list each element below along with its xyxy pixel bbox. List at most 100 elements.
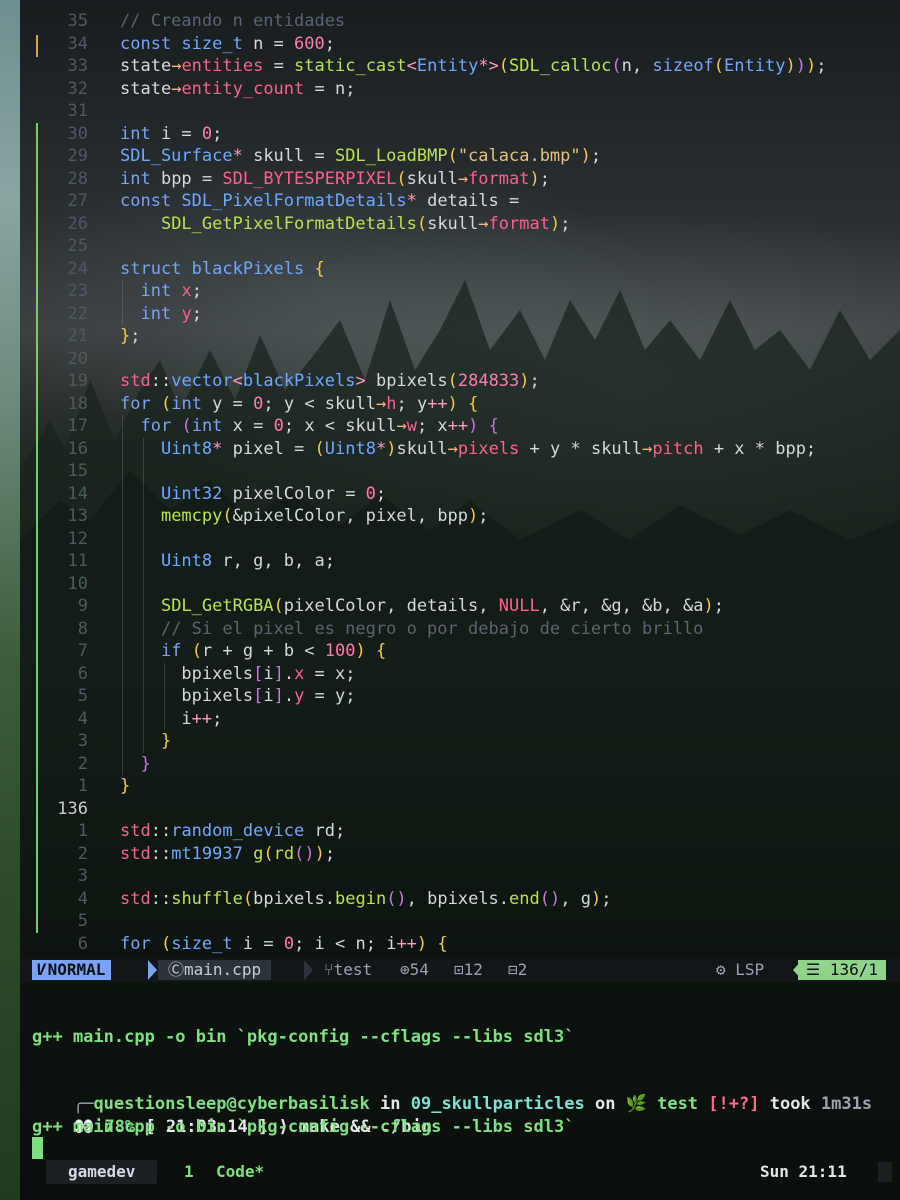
- code-line[interactable]: 18 for (int y = 0; y < skull→h; y++) {: [20, 393, 900, 416]
- code-token: →: [171, 78, 182, 99]
- line-number: 10: [67, 573, 88, 594]
- code-token: SDL_LoadBMP: [334, 146, 448, 166]
- tmux-statusbar: gamedev 1 Code* Sun 21:11: [20, 1160, 900, 1184]
- code-line[interactable]: 4 i++;: [20, 707, 900, 730]
- code-editor[interactable]: 35// Creando n entidades 34 const size_t n…: [20, 0, 900, 958]
- terminal-pane[interactable]: g++ main.cpp -o bin `pkg-config --cflags…: [20, 982, 900, 1158]
- code-token: ): [795, 56, 806, 76]
- line-number: 21: [67, 326, 88, 346]
- code-line[interactable]: 24 struct blackPixels {: [20, 258, 900, 281]
- code-line[interactable]: 30 int i = 0;: [20, 123, 900, 146]
- code-line[interactable]: 7 if (r + g + b < 100) {: [20, 640, 900, 663]
- code-token: struct: [120, 258, 192, 279]
- code-token: mt19937: [171, 843, 243, 864]
- code-line[interactable]: 6 for (size_t i = 0; i < n; i++) {: [20, 933, 900, 956]
- code-line[interactable]: 136: [20, 798, 900, 821]
- code-line[interactable]: 28 int bpp = SDL_BYTESPERPIXEL(skull→form…: [20, 168, 900, 191]
- code-line[interactable]: 1 std::random_device rd;: [20, 820, 900, 843]
- code-token: random_device: [171, 821, 305, 841]
- code-token: ): [416, 933, 428, 954]
- code-token: begin: [335, 888, 387, 909]
- code-token: x =: [222, 416, 274, 436]
- line-number: 12: [67, 528, 88, 549]
- code-token: = y;: [304, 686, 356, 706]
- code-token: →: [642, 438, 653, 459]
- code-line[interactable]: 15: [20, 460, 900, 483]
- code-token: (: [447, 146, 458, 166]
- code-line[interactable]: 21};: [20, 325, 900, 348]
- code-line[interactable]: 2 std::mt19937 g(rd());: [20, 843, 900, 866]
- code-line[interactable]: 11 Uint8 r, g, b, a;: [20, 550, 900, 573]
- code-line[interactable]: 22 int y;: [20, 302, 900, 325]
- code-line[interactable]: 20: [20, 348, 900, 371]
- code-line[interactable]: 5 bpixels[i].y = y;: [20, 685, 900, 708]
- code-line[interactable]: 16 Uint8* pixel = (Uint8*)skull→pixels +…: [20, 437, 900, 460]
- code-line[interactable]: 9 SDL_GetRGBA(pixelColor, details, NULL,…: [20, 595, 900, 618]
- code-text: SDL_GetRGBA(pixelColor, details, NULL, &…: [120, 595, 724, 618]
- code-token: n,: [621, 56, 653, 76]
- code-token: SDL_GetRGBA: [160, 596, 274, 616]
- code-token: →: [375, 393, 387, 414]
- code-line[interactable]: 8 // Si el pixel es negro o por debajo d…: [20, 617, 900, 640]
- code-token: ): [805, 56, 817, 76]
- code-token: {: [437, 933, 448, 954]
- tmux-window-name[interactable]: Code*: [216, 1160, 264, 1184]
- code-line[interactable]: 31: [20, 100, 900, 123]
- code-line[interactable]: 14 Uint32 pixelColor = 0;: [20, 482, 900, 505]
- code-line[interactable]: 17 for (int x = 0; x < skull→w; x++) {: [20, 415, 900, 438]
- code-token: ; x: [416, 416, 448, 436]
- code-line[interactable]: 3: [20, 865, 900, 888]
- code-token: ;: [601, 888, 612, 909]
- code-line[interactable]: 3 }: [20, 730, 900, 753]
- code-token: pixelColor, details,: [283, 596, 499, 616]
- line-number: 20: [67, 348, 88, 369]
- prompt-duration: 1m31s: [820, 1094, 873, 1114]
- code-token: std: [120, 371, 151, 391]
- code-token: const: [120, 33, 182, 54]
- code-token: skull: [406, 168, 458, 189]
- lsp-status[interactable]: ⚙ LSP: [716, 958, 764, 982]
- code-line[interactable]: 27 const SDL_PixelFormatDetails* details …: [20, 190, 900, 213]
- line-number: 29: [67, 146, 88, 166]
- code-line[interactable]: 10: [20, 572, 900, 595]
- code-line[interactable]: 13 memcpy(&pixelColor, pixel, bpp);: [20, 505, 900, 528]
- code-token: ;: [713, 596, 724, 616]
- code-line[interactable]: 2 }: [20, 752, 900, 775]
- code-line[interactable]: 19 std::vector<blackPixels> bpixels(28483…: [20, 370, 900, 393]
- code-token: ): [529, 168, 540, 189]
- tmux-window-index[interactable]: 1: [184, 1160, 194, 1184]
- code-token: SDL_BYTESPERPIXEL: [222, 168, 397, 189]
- minus-square-icon: ⊟: [508, 960, 518, 979]
- code-token: ): [703, 596, 714, 616]
- code-line[interactable]: 32 state→entity_count = n;: [20, 78, 900, 101]
- code-line[interactable]: 35 // Creando n entidades: [20, 10, 900, 33]
- code-line[interactable]: 25: [20, 235, 900, 258]
- line-number: 14: [67, 483, 88, 504]
- code-line[interactable]: 4 std::shuffle(bpixels.begin(), bpixels.e…: [20, 888, 900, 911]
- code-line[interactable]: 29 SDL_Surface* skull = SDL_LoadBMP("cala…: [20, 145, 900, 168]
- current-file[interactable]: Ⓒmain.cpp: [158, 960, 272, 980]
- code-line[interactable]: 23 int x;: [20, 280, 900, 303]
- code-line[interactable]: 5: [20, 910, 900, 933]
- line-number: 27: [67, 191, 88, 211]
- line-number: 13: [67, 506, 88, 526]
- line-number: 136: [57, 798, 88, 819]
- tmux-session-name[interactable]: gamedev: [46, 1160, 158, 1184]
- code-line[interactable]: 1}: [20, 775, 900, 798]
- cursor-position: ☰ 136/1: [797, 960, 886, 980]
- code-token: + y * skull: [519, 438, 643, 459]
- code-text: memcpy(&pixelColor, pixel, bpp);: [120, 505, 489, 528]
- code-line[interactable]: 34 const size_t n = 600;: [20, 33, 900, 56]
- code-token: i =: [150, 123, 202, 144]
- code-line[interactable]: 33 state→entities = static_cast<Entity*>(…: [20, 55, 900, 78]
- code-token: skull: [396, 438, 448, 459]
- code-line[interactable]: 6 bpixels[i].x = x;: [20, 662, 900, 685]
- code-line[interactable]: 26 SDL_GetPixelFormatDetails(skull→forma…: [20, 213, 900, 236]
- prompt-directory: 09_skullparticles: [410, 1094, 585, 1114]
- code-token: 600: [294, 33, 325, 54]
- code-token: std: [120, 888, 151, 909]
- code-token: (: [447, 371, 458, 391]
- code-line[interactable]: 12: [20, 527, 900, 550]
- plus-circle-icon: ⊕: [400, 960, 410, 979]
